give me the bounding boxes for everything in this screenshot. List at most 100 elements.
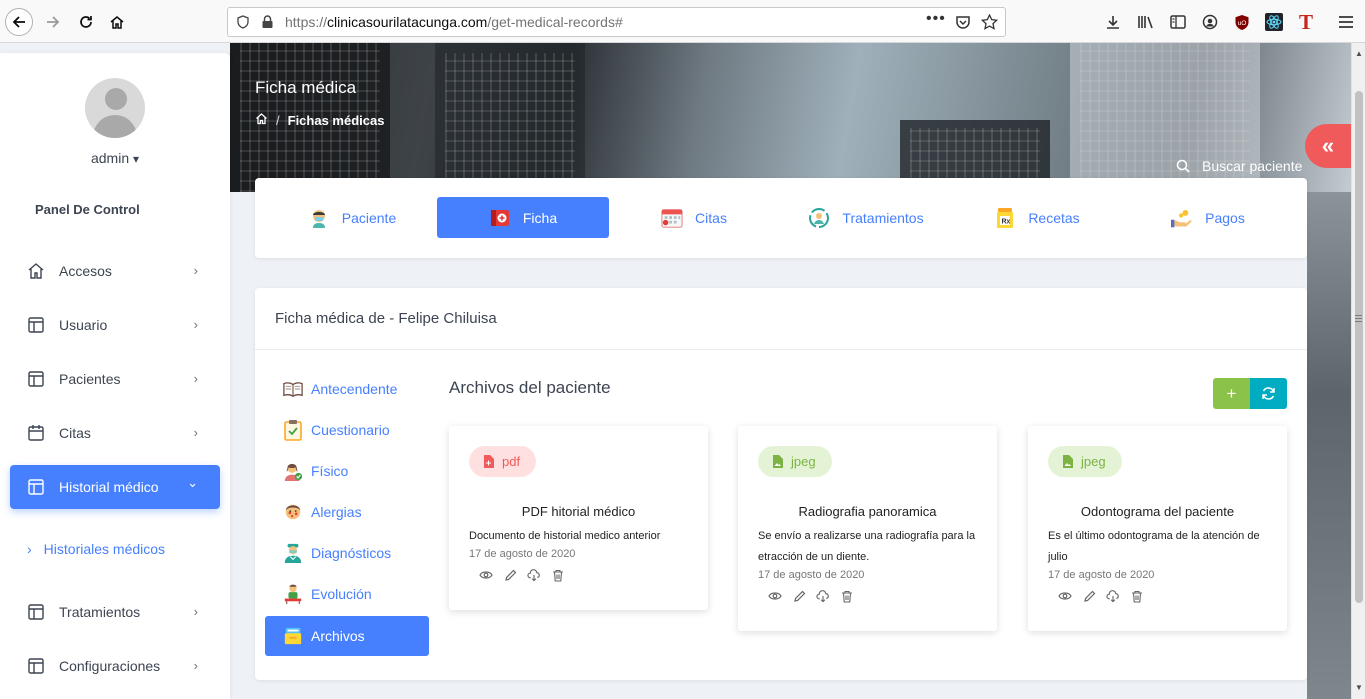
svg-text:uO: uO bbox=[1238, 20, 1247, 27]
scrollbar-thumb[interactable] bbox=[1355, 91, 1363, 603]
sidebar-toggle-icon[interactable] bbox=[1168, 12, 1188, 32]
avatar[interactable] bbox=[85, 78, 145, 138]
scroll-down-icon[interactable]: ▼ bbox=[1355, 683, 1363, 692]
delete-icon[interactable] bbox=[840, 589, 854, 603]
url-path: /get-medical-records# bbox=[487, 14, 623, 30]
file-name: Radiografia panoramica bbox=[798, 504, 937, 519]
scroll-grip-icon bbox=[1355, 315, 1362, 316]
file-type-label: pdf bbox=[502, 454, 521, 469]
menu-icon[interactable] bbox=[1336, 12, 1356, 32]
breadcrumb-separator: / bbox=[276, 112, 280, 128]
scroll-up-icon[interactable]: ▲ bbox=[1355, 49, 1363, 58]
url-domain: clinicasourilatacunga.com bbox=[327, 14, 488, 30]
prescription-icon: Rx bbox=[994, 207, 1016, 229]
medical-record-icon bbox=[489, 207, 511, 229]
translate-extension-icon[interactable]: T bbox=[1296, 10, 1316, 34]
page-actions-icon[interactable]: ••• bbox=[926, 10, 946, 28]
file-type-badge: jpeg bbox=[758, 446, 832, 477]
breadcrumb-home-icon[interactable] bbox=[255, 112, 268, 128]
tab-recetas[interactable]: Rx Recetas bbox=[951, 197, 1123, 238]
plus-icon: + bbox=[1226, 383, 1237, 403]
caret-down-icon: ▾ bbox=[133, 152, 140, 166]
account-icon[interactable] bbox=[1200, 12, 1220, 32]
refresh-files-button[interactable] bbox=[1250, 378, 1287, 409]
doctor-icon bbox=[283, 543, 303, 563]
section-cuestionario[interactable]: Cuestionario bbox=[265, 410, 429, 450]
sidebar-item-historial-medico[interactable]: Historial médico ⌄ bbox=[10, 465, 220, 509]
layout-icon bbox=[28, 479, 44, 495]
sidebar-item-label: Usuario bbox=[59, 317, 108, 333]
back-button[interactable] bbox=[5, 8, 33, 36]
tab-tratamientos[interactable]: Tratamientos bbox=[780, 197, 952, 238]
section-label: Archivos bbox=[311, 628, 365, 644]
file-name: Odontograma del paciente bbox=[1080, 504, 1235, 519]
sidebar-item-tratamientos[interactable]: Tratamientos › bbox=[10, 590, 220, 634]
edit-icon[interactable] bbox=[503, 568, 517, 582]
react-devtools-icon[interactable] bbox=[1264, 12, 1284, 32]
view-icon[interactable] bbox=[768, 589, 782, 603]
section-antecedente[interactable]: Antecendente bbox=[265, 369, 429, 409]
library-icon[interactable] bbox=[1136, 12, 1156, 32]
section-evolucion[interactable]: Evolución bbox=[265, 574, 429, 614]
download-cloud-icon[interactable] bbox=[527, 568, 541, 582]
add-file-button[interactable]: + bbox=[1213, 378, 1250, 409]
file-description: Se envío a realizarse una radiografía pa… bbox=[758, 530, 976, 563]
forward-button[interactable] bbox=[39, 8, 67, 36]
url-text: https://clinicasourilatacunga.com/get-me… bbox=[285, 14, 623, 30]
section-label: Evolución bbox=[311, 586, 372, 602]
tab-paciente[interactable]: Paciente bbox=[266, 197, 438, 238]
refresh-icon bbox=[1262, 387, 1275, 400]
section-archivos[interactable]: Archivos bbox=[265, 616, 429, 656]
breadcrumb: / Fichas médicas bbox=[255, 112, 384, 128]
sidebar-item-usuario[interactable]: Usuario › bbox=[10, 303, 220, 347]
patient-tabs: Paciente Ficha Citas Tratamientos Rx Rec… bbox=[255, 178, 1307, 258]
download-cloud-icon[interactable] bbox=[1106, 589, 1120, 603]
tab-citas[interactable]: Citas bbox=[608, 197, 780, 238]
download-icon[interactable] bbox=[1103, 12, 1123, 32]
section-alergias[interactable]: Alergias bbox=[265, 492, 429, 532]
sidebar-item-accesos[interactable]: Accesos › bbox=[10, 249, 220, 293]
file-description: Es el último odontograma de la atención … bbox=[1048, 530, 1260, 563]
file-actions bbox=[479, 568, 565, 582]
tab-label: Ficha bbox=[522, 209, 558, 226]
view-icon[interactable] bbox=[1058, 589, 1072, 603]
download-cloud-icon[interactable] bbox=[816, 589, 830, 603]
file-actions bbox=[768, 589, 854, 603]
collapse-panel-button[interactable]: « bbox=[1305, 124, 1351, 168]
calendar-icon bbox=[661, 207, 683, 229]
section-diagnosticos[interactable]: Diagnósticos bbox=[265, 533, 429, 573]
section-label: Antecendente bbox=[311, 381, 398, 397]
files-section-title: Archivos del paciente bbox=[449, 378, 611, 397]
layout-icon bbox=[28, 317, 44, 333]
tab-ficha[interactable]: Ficha bbox=[437, 197, 609, 238]
address-bar[interactable]: https://clinicasourilatacunga.com/get-me… bbox=[227, 7, 1006, 37]
search-patient-button[interactable]: Buscar paciente bbox=[1176, 158, 1302, 174]
file-name: PDF hitorial médico bbox=[521, 504, 636, 519]
ublock-icon[interactable]: uO bbox=[1232, 12, 1252, 32]
submenu-item-historiales-medicos[interactable]: › Historiales médicos bbox=[27, 541, 165, 557]
sidebar-item-pacientes[interactable]: Pacientes › bbox=[10, 357, 220, 401]
page-scrollbar[interactable]: ▲ ▼ bbox=[1351, 43, 1365, 699]
chevron-down-icon: ⌄ bbox=[187, 475, 198, 490]
user-menu[interactable]: admin ▾ bbox=[0, 150, 230, 166]
arrow-left-icon bbox=[12, 16, 25, 28]
view-icon[interactable] bbox=[479, 568, 493, 582]
tab-pagos[interactable]: Pagos bbox=[1122, 197, 1294, 238]
file-card: jpeg Radiografia panoramica Se envío a r… bbox=[738, 426, 997, 631]
delete-icon[interactable] bbox=[551, 568, 565, 582]
sidebar-item-configuraciones[interactable]: Configuraciones › bbox=[10, 644, 220, 688]
image-file-icon bbox=[773, 455, 783, 468]
image-file-icon bbox=[1063, 455, 1073, 468]
home-button[interactable] bbox=[103, 8, 131, 36]
patient-icon bbox=[308, 207, 330, 229]
tab-label: Pagos bbox=[1205, 209, 1245, 226]
sidebar-item-citas[interactable]: Citas › bbox=[10, 411, 220, 455]
section-fisico[interactable]: Físico bbox=[265, 451, 429, 491]
evolution-icon bbox=[283, 584, 303, 604]
edit-icon[interactable] bbox=[792, 589, 806, 603]
delete-icon[interactable] bbox=[1130, 589, 1144, 603]
hero-banner-edge bbox=[1307, 192, 1351, 699]
edit-icon[interactable] bbox=[1082, 589, 1096, 603]
reload-button[interactable] bbox=[72, 8, 100, 36]
sidebar-item-label: Tratamientos bbox=[59, 604, 141, 620]
